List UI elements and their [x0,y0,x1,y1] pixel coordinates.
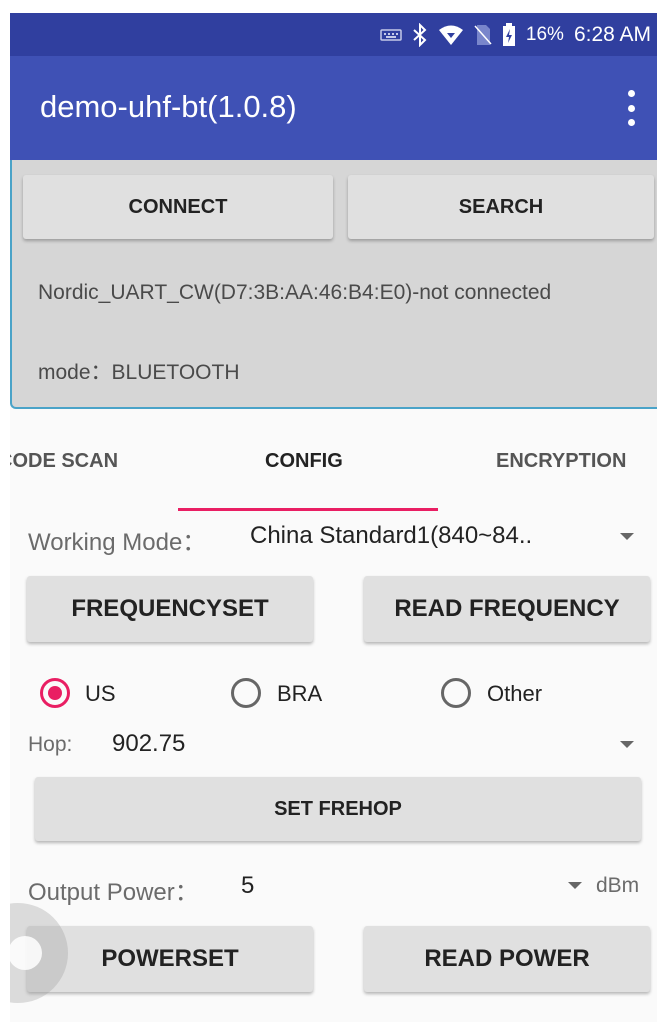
output-power-dropdown-icon[interactable] [568,882,582,889]
output-power-select[interactable]: 5 [241,872,254,900]
clock: 6:28 AM [573,22,651,46]
output-power-label: Output Power： [28,879,199,906]
no-sim-icon [474,24,492,46]
hop-select[interactable]: 902.75 [112,730,185,758]
radio-other-label: Other [487,681,543,706]
search-button[interactable]: SEARCH [348,175,654,239]
hop-label: Hop: [28,733,73,756]
radio-us-label: US [85,681,116,706]
tab-code-scan[interactable]: CODE SCAN [10,450,118,473]
app-bar: demo-uhf-bt(1.0.8) [10,56,657,160]
battery-percent: 16% [525,23,564,45]
set-frehop-button[interactable]: SET FREHOP [35,777,641,841]
powerset-button[interactable]: POWERSET [27,926,313,992]
device-status: Nordic_UART_CW(D7:3B:AA:46:B4:E0)-not co… [38,281,552,304]
radio-other[interactable] [441,678,471,708]
wifi-icon [438,24,464,46]
bluetooth-icon [412,22,428,47]
frequencyset-button[interactable]: FREQUENCYSET [27,576,313,642]
read-power-button[interactable]: READ POWER [364,926,650,992]
working-mode-select[interactable]: China Standard1(840~84.. [250,522,532,550]
app-title: demo-uhf-bt(1.0.8) [40,89,297,124]
more-vert-icon[interactable] [621,90,641,126]
radio-bra-label: BRA [277,681,323,706]
connection-mode: mode：BLUETOOTH [38,361,240,384]
tab-indicator [178,508,438,511]
keyboard-icon [380,28,402,42]
status-bar: 16% 6:28 AM [10,13,657,56]
hop-dropdown-icon[interactable] [620,741,634,748]
connect-button[interactable]: CONNECT [23,175,333,239]
working-mode-dropdown-icon[interactable] [620,533,634,540]
radio-us[interactable] [40,678,70,708]
read-frequency-button[interactable]: READ FREQUENCY [364,576,650,642]
app-screen: 16% 6:28 AM demo-uhf-bt(1.0.8) CONNECT S… [10,13,657,1022]
tab-config[interactable]: CONFIG [265,450,343,473]
connection-panel: CONNECT SEARCH Nordic_UART_CW(D7:3B:AA:4… [10,160,657,409]
battery-charging-icon [502,22,516,47]
working-mode-label: Working Mode： [28,529,207,556]
tab-encryption[interactable]: ENCRYPTION [496,450,626,473]
radio-bra[interactable] [231,678,261,708]
output-power-unit: dBm [596,874,640,897]
